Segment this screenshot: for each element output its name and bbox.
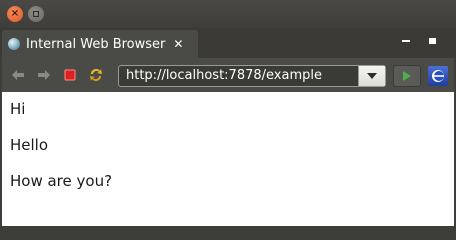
page-line-hello: Hello bbox=[10, 136, 49, 154]
window-minimize-button[interactable] bbox=[28, 6, 44, 22]
browser-toolbar: http://localhost:7878/example bbox=[2, 58, 454, 92]
globe-icon bbox=[8, 38, 20, 50]
tab-internal-web-browser[interactable]: Internal Web Browser ✕ bbox=[2, 30, 198, 58]
go-button[interactable] bbox=[393, 65, 421, 87]
close-icon: × bbox=[10, 8, 20, 19]
tab-bar: Internal Web Browser ✕ bbox=[0, 28, 456, 58]
back-arrow-icon[interactable] bbox=[10, 67, 26, 83]
url-dropdown-button[interactable] bbox=[358, 66, 385, 86]
view-minimize-icon[interactable] bbox=[402, 40, 410, 42]
view-maximize-icon[interactable] bbox=[429, 38, 436, 44]
page-content: Hi Hello How are you? bbox=[2, 92, 454, 226]
page-line-how-are-you: How are you? bbox=[10, 172, 113, 190]
eclipse-button[interactable] bbox=[428, 66, 448, 86]
eclipse-icon bbox=[432, 70, 444, 82]
refresh-icon[interactable] bbox=[88, 67, 104, 83]
go-play-icon bbox=[403, 71, 411, 81]
window-close-button[interactable]: × bbox=[7, 6, 23, 22]
tab-close-icon[interactable]: ✕ bbox=[173, 37, 183, 51]
url-input[interactable]: http://localhost:7878/example bbox=[126, 68, 322, 83]
tab-title: Internal Web Browser bbox=[26, 36, 166, 52]
stop-icon[interactable] bbox=[62, 67, 78, 83]
window-titlebar: × bbox=[0, 0, 456, 28]
forward-arrow-icon[interactable] bbox=[36, 67, 52, 83]
page-line-hi: Hi bbox=[10, 100, 26, 118]
chevron-down-icon bbox=[367, 73, 377, 79]
restore-icon bbox=[33, 11, 39, 17]
url-combobox[interactable]: http://localhost:7878/example bbox=[118, 65, 386, 87]
